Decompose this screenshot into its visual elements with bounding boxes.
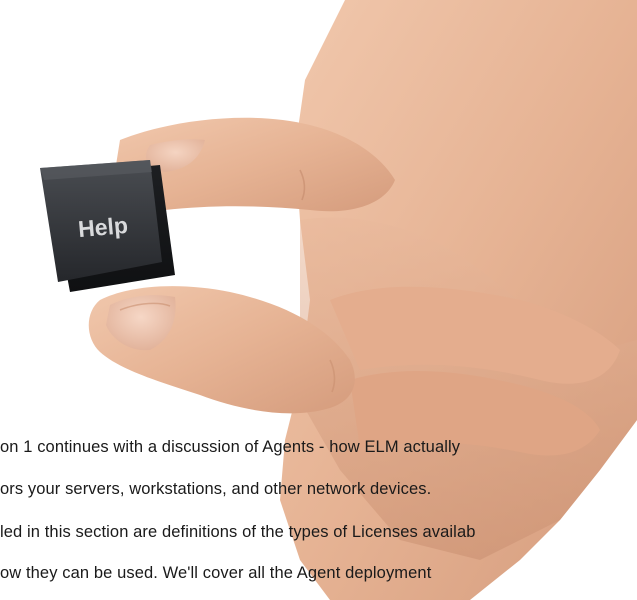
text-line-2: ors your servers, workstations, and othe… xyxy=(0,480,432,498)
text-line-4: ow they can be used. We'll cover all the… xyxy=(0,564,432,582)
text-line-3: led in this section are definitions of t… xyxy=(0,523,476,541)
body-text: on 1 continues with a discussion of Agen… xyxy=(0,420,637,600)
text-line-1: on 1 continues with a discussion of Agen… xyxy=(0,438,461,456)
